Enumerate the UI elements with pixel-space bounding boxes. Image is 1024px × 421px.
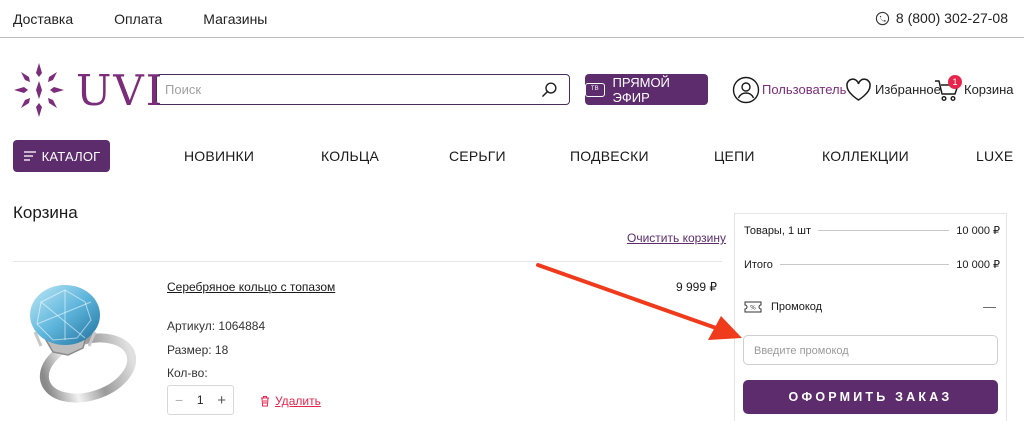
delete-item-button[interactable]: Удалить bbox=[260, 394, 321, 408]
favorites-link[interactable]: Избранное bbox=[845, 74, 941, 105]
summary-total-row: Итого 10 000 ₽ bbox=[744, 258, 1000, 272]
nav-item-chains[interactable]: ЦЕПИ bbox=[714, 148, 755, 164]
quantity-stepper: − 1 + bbox=[167, 385, 234, 415]
link-stores[interactable]: Магазины bbox=[203, 11, 267, 27]
product-sku: Артикул: 1064884 bbox=[167, 319, 266, 333]
quantity-label: Кол-во: bbox=[167, 366, 208, 380]
quantity-value[interactable]: 1 bbox=[197, 393, 204, 407]
logo-text: UVI bbox=[76, 65, 165, 115]
page-title: Корзина bbox=[13, 203, 78, 222]
promo-code-input[interactable]: Введите промокод bbox=[743, 335, 998, 365]
tv-icon: TB bbox=[585, 82, 605, 97]
nav-item-luxe[interactable]: LUXE bbox=[976, 148, 1013, 164]
product-name-link[interactable]: Серебряное кольцо с топазом bbox=[167, 280, 335, 294]
coupon-icon: % bbox=[744, 301, 762, 312]
nav-item-new[interactable]: НОВИНКИ bbox=[184, 148, 254, 164]
collapse-icon[interactable]: — bbox=[983, 299, 996, 314]
coupon-icon-text: % bbox=[750, 304, 756, 311]
summary-total-label: Итого bbox=[744, 258, 773, 271]
cart-count-badge: 1 bbox=[948, 75, 962, 89]
live-stream-button[interactable]: TB ПРЯМОЙ ЭФИР bbox=[585, 74, 708, 105]
logo-star-icon bbox=[14, 63, 64, 117]
catalog-label: КАТАЛОГ bbox=[41, 148, 101, 164]
cart-label: Корзина bbox=[964, 82, 1014, 97]
link-payment[interactable]: Оплата bbox=[114, 11, 162, 27]
phone-number: 8 (800) 302-27-08 bbox=[895, 10, 1008, 26]
product-size: Размер: 18 bbox=[167, 343, 229, 357]
summary-items-label: Товары, 1 шт bbox=[744, 224, 811, 237]
promo-code-label: Промокод bbox=[771, 300, 823, 313]
summary-total-value: 10 000 ₽ bbox=[956, 259, 1000, 271]
trash-icon bbox=[261, 396, 269, 407]
product-price: 9 999 ₽ bbox=[676, 280, 717, 294]
top-bar: Доставка Оплата Магазины 8 (800) 302-27-… bbox=[0, 0, 1024, 38]
phone-icon bbox=[875, 11, 890, 25]
delete-label: Удалить bbox=[275, 394, 321, 408]
nav-item-pendants[interactable]: ПОДВЕСКИ bbox=[570, 148, 649, 164]
nav-item-earrings[interactable]: СЕРЬГИ bbox=[449, 148, 506, 164]
annotation-arrow-icon bbox=[536, 263, 742, 340]
quantity-decrement-button[interactable]: − bbox=[175, 392, 183, 408]
heart-icon bbox=[846, 77, 871, 101]
menu-icon bbox=[23, 151, 36, 161]
order-summary-panel: Товары, 1 шт 10 000 ₽ Итого 10 000 ₽ % П… bbox=[734, 213, 1007, 421]
search-placeholder: Поиск bbox=[165, 82, 202, 97]
summary-items-row: Товары, 1 шт 10 000 ₽ bbox=[744, 224, 1000, 238]
site-logo[interactable]: UVI bbox=[12, 60, 164, 120]
phone-link[interactable]: 8 (800) 302-27-08 bbox=[875, 10, 1008, 26]
divider bbox=[13, 261, 722, 262]
quantity-increment-button[interactable]: + bbox=[217, 392, 226, 409]
dotted-leader bbox=[818, 230, 950, 231]
live-stream-label: ПРЯМОЙ ЭФИР bbox=[612, 74, 670, 105]
user-label: Пользователь bbox=[762, 82, 847, 97]
search-icon[interactable] bbox=[541, 81, 558, 98]
nav-item-collections[interactable]: КОЛЛЕКЦИИ bbox=[822, 148, 909, 164]
nav-item-rings[interactable]: КОЛЬЦА bbox=[321, 148, 379, 164]
dotted-leader bbox=[779, 264, 950, 265]
user-icon bbox=[732, 76, 760, 103]
link-delivery[interactable]: Доставка bbox=[13, 11, 73, 27]
promo-code-toggle[interactable]: % Промокод — bbox=[744, 299, 996, 314]
product-image[interactable] bbox=[13, 280, 148, 405]
checkout-button[interactable]: ОФОРМИТЬ ЗАКАЗ bbox=[743, 380, 998, 414]
favorites-label: Избранное bbox=[875, 82, 941, 97]
catalog-button[interactable]: КАТАЛОГ bbox=[13, 140, 110, 172]
top-links: Доставка Оплата Магазины bbox=[13, 11, 267, 27]
clear-cart-link[interactable]: Очистить корзину bbox=[627, 231, 726, 245]
cart-link[interactable]: 1 Корзина bbox=[934, 74, 1014, 105]
summary-items-value: 10 000 ₽ bbox=[956, 225, 1000, 237]
search-input[interactable]: Поиск bbox=[156, 74, 570, 105]
user-account-link[interactable]: Пользователь bbox=[732, 74, 846, 105]
